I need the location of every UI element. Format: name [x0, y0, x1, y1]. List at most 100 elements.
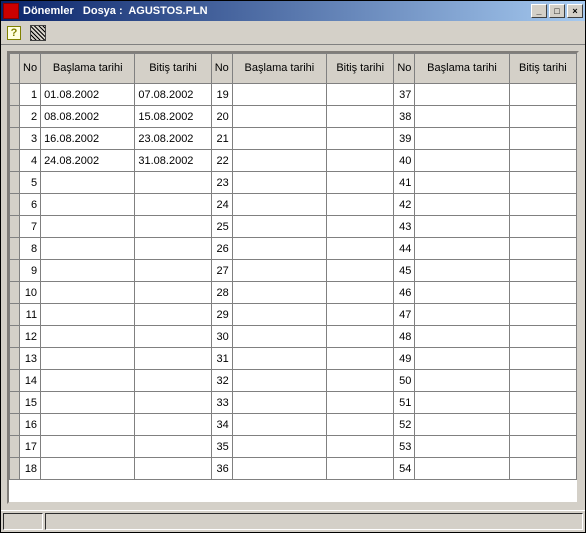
cell-start[interactable]: 16.08.2002: [41, 128, 135, 150]
cell-no[interactable]: 27: [211, 260, 232, 282]
cell-start[interactable]: [415, 172, 509, 194]
cell-end[interactable]: [509, 436, 576, 458]
cell-start[interactable]: [232, 238, 326, 260]
cell-end[interactable]: [327, 348, 394, 370]
cell-start[interactable]: [232, 172, 326, 194]
cell-start[interactable]: [232, 260, 326, 282]
periods-table[interactable]: NoBaşlama tarihiBitiş tarihiNoBaşlama ta…: [9, 53, 577, 480]
cell-start[interactable]: [232, 216, 326, 238]
close-button[interactable]: ×: [567, 4, 583, 18]
cell-no[interactable]: 4: [20, 150, 41, 172]
cell-end[interactable]: [509, 84, 576, 106]
cell-start[interactable]: [232, 150, 326, 172]
cell-start[interactable]: [415, 304, 509, 326]
cell-no[interactable]: 10: [20, 282, 41, 304]
cell-end[interactable]: [327, 216, 394, 238]
cell-start[interactable]: [232, 370, 326, 392]
row-selector[interactable]: [10, 304, 20, 326]
table-row[interactable]: 173553: [10, 436, 577, 458]
cell-end[interactable]: [327, 194, 394, 216]
cell-end[interactable]: [509, 128, 576, 150]
cell-no[interactable]: 54: [394, 458, 415, 480]
cell-no[interactable]: 8: [20, 238, 41, 260]
cell-no[interactable]: 16: [20, 414, 41, 436]
cell-end[interactable]: [135, 260, 211, 282]
cell-start[interactable]: [415, 370, 509, 392]
cell-end[interactable]: [327, 326, 394, 348]
cell-end[interactable]: [509, 282, 576, 304]
cell-no[interactable]: 7: [20, 216, 41, 238]
cell-no[interactable]: 35: [211, 436, 232, 458]
cell-no[interactable]: 29: [211, 304, 232, 326]
cell-no[interactable]: 49: [394, 348, 415, 370]
cell-end[interactable]: [135, 238, 211, 260]
cell-no[interactable]: 24: [211, 194, 232, 216]
cell-start[interactable]: 01.08.2002: [41, 84, 135, 106]
cell-start[interactable]: [415, 216, 509, 238]
table-row[interactable]: 153351: [10, 392, 577, 414]
cell-end[interactable]: [327, 392, 394, 414]
table-row[interactable]: 82644: [10, 238, 577, 260]
cell-no[interactable]: 12: [20, 326, 41, 348]
cell-start[interactable]: [41, 414, 135, 436]
cell-end[interactable]: [327, 370, 394, 392]
cell-end[interactable]: [509, 458, 576, 480]
cell-end[interactable]: [135, 326, 211, 348]
row-selector[interactable]: [10, 282, 20, 304]
cell-start[interactable]: [415, 260, 509, 282]
cell-end[interactable]: [509, 238, 576, 260]
cell-end[interactable]: 31.08.2002: [135, 150, 211, 172]
cell-start[interactable]: [41, 194, 135, 216]
cell-no[interactable]: 26: [211, 238, 232, 260]
row-selector[interactable]: [10, 128, 20, 150]
cell-start[interactable]: [415, 326, 509, 348]
cell-start[interactable]: [232, 194, 326, 216]
table-row[interactable]: 52341: [10, 172, 577, 194]
cell-start[interactable]: [415, 458, 509, 480]
cell-end[interactable]: [509, 216, 576, 238]
cell-end[interactable]: [135, 282, 211, 304]
cell-no[interactable]: 37: [394, 84, 415, 106]
cell-end[interactable]: [509, 172, 576, 194]
cell-no[interactable]: 45: [394, 260, 415, 282]
cell-end[interactable]: [327, 172, 394, 194]
cell-start[interactable]: [41, 216, 135, 238]
cell-end[interactable]: [327, 282, 394, 304]
cell-no[interactable]: 11: [20, 304, 41, 326]
cell-no[interactable]: 9: [20, 260, 41, 282]
cell-end[interactable]: 07.08.2002: [135, 84, 211, 106]
cell-no[interactable]: 30: [211, 326, 232, 348]
cell-start[interactable]: [415, 348, 509, 370]
row-selector[interactable]: [10, 260, 20, 282]
cell-no[interactable]: 2: [20, 106, 41, 128]
table-row[interactable]: 183654: [10, 458, 577, 480]
cell-start[interactable]: [41, 348, 135, 370]
cell-no[interactable]: 6: [20, 194, 41, 216]
cell-start[interactable]: [415, 392, 509, 414]
cell-no[interactable]: 53: [394, 436, 415, 458]
table-row[interactable]: 9 27 45: [10, 260, 577, 282]
cell-no[interactable]: 15: [20, 392, 41, 414]
cell-end[interactable]: [135, 458, 211, 480]
cell-end[interactable]: [509, 392, 576, 414]
cell-end[interactable]: [135, 172, 211, 194]
cell-start[interactable]: 08.08.2002: [41, 106, 135, 128]
grid-panel[interactable]: NoBaşlama tarihiBitiş tarihiNoBaşlama ta…: [7, 51, 579, 504]
cell-end[interactable]: [509, 260, 576, 282]
cell-no[interactable]: 31: [211, 348, 232, 370]
cell-no[interactable]: 38: [394, 106, 415, 128]
cell-end[interactable]: [327, 260, 394, 282]
row-selector[interactable]: [10, 370, 20, 392]
cell-start[interactable]: [232, 128, 326, 150]
cell-start[interactable]: [415, 282, 509, 304]
cell-no[interactable]: 42: [394, 194, 415, 216]
cell-no[interactable]: 19: [211, 84, 232, 106]
cell-end[interactable]: 15.08.2002: [135, 106, 211, 128]
row-selector[interactable]: [10, 106, 20, 128]
cell-end[interactable]: [327, 458, 394, 480]
cell-start[interactable]: [232, 392, 326, 414]
cell-end[interactable]: [135, 348, 211, 370]
table-row[interactable]: 101.08.200207.08.20021937: [10, 84, 577, 106]
cell-start[interactable]: [415, 150, 509, 172]
cell-end[interactable]: [327, 150, 394, 172]
